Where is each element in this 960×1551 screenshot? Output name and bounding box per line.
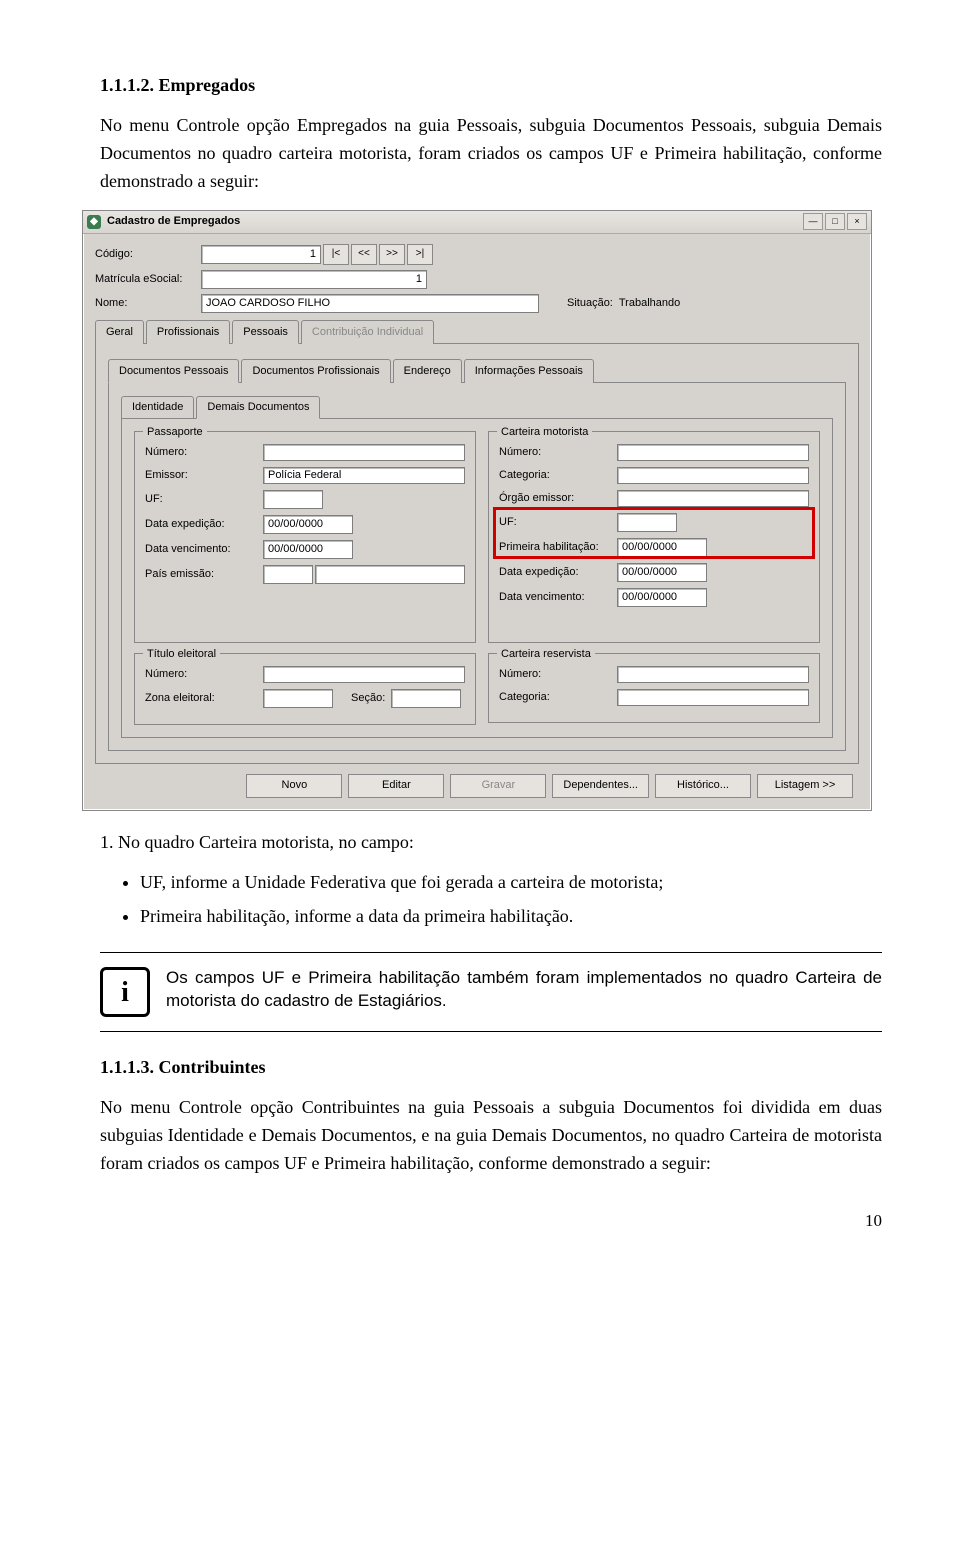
section-2-heading: 1.1.1.3. Contribuintes xyxy=(100,1054,882,1082)
main-tabs: Geral Profissionais Pessoais Contribuiçã… xyxy=(95,319,859,344)
footer-buttons: Novo Editar Gravar Dependentes... Histór… xyxy=(95,764,859,802)
codigo-input[interactable]: 1 xyxy=(201,245,321,264)
group-carteira-motorista: Carteira motorista Número: Categoria: Ór… xyxy=(488,431,820,643)
subtab-info-pessoais[interactable]: Informações Pessoais xyxy=(464,359,594,383)
subtab-doc-pessoais[interactable]: Documentos Pessoais xyxy=(108,359,239,383)
app-icon: ◆ xyxy=(87,215,101,229)
minitab-demais-documentos[interactable]: Demais Documentos xyxy=(196,396,320,419)
passaporte-numero-label: Número: xyxy=(145,444,263,461)
historico-button[interactable]: Histórico... xyxy=(655,774,751,798)
situacao-label: Situação: xyxy=(567,295,613,312)
list-item-uf: UF, informe a Unidade Federativa que foi… xyxy=(140,869,882,897)
note-text: Os campos UF e Primeira habilitação tamb… xyxy=(166,967,882,1013)
carteira-legend: Carteira motorista xyxy=(497,424,592,441)
highlighted-new-fields: UF: Primeira habilitação:00/00/0000 xyxy=(495,509,813,557)
carteira-orgao-label: Órgão emissor: xyxy=(499,490,617,507)
carteira-dataexp-label: Data expedição: xyxy=(499,564,617,581)
gravar-button: Gravar xyxy=(450,774,546,798)
carteira-primhab-input[interactable]: 00/00/0000 xyxy=(617,538,707,557)
group-titulo-eleitoral: Título eleitoral Número: Zona eleitoral:… xyxy=(134,653,476,725)
nav-last-button[interactable]: >| xyxy=(407,244,433,265)
sub-tabs: Documentos Pessoais Documentos Profissio… xyxy=(108,358,846,383)
carteira-uf-label: UF: xyxy=(499,514,617,531)
maximize-button[interactable]: □ xyxy=(825,213,845,230)
passaporte-dataexp-label: Data expedição: xyxy=(145,516,263,533)
carteira-numero-input[interactable] xyxy=(617,444,809,461)
passaporte-datavenc-label: Data vencimento: xyxy=(145,541,263,558)
situacao-value: Trabalhando xyxy=(619,295,680,312)
titulo-numero-input[interactable] xyxy=(263,666,465,683)
minimize-button[interactable]: — xyxy=(803,213,823,230)
nome-input[interactable]: JOAO CARDOSO FILHO xyxy=(201,294,539,313)
close-button[interactable]: × xyxy=(847,213,867,230)
nome-label: Nome: xyxy=(95,295,201,312)
reservista-numero-input[interactable] xyxy=(617,666,809,683)
carteira-numero-label: Número: xyxy=(499,444,617,461)
passaporte-pais-code-input[interactable] xyxy=(263,565,313,584)
passaporte-datavenc-input[interactable]: 00/00/0000 xyxy=(263,540,353,559)
codigo-label: Código: xyxy=(95,246,201,263)
matricula-label: Matrícula eSocial: xyxy=(95,271,201,288)
carteira-datavenc-input[interactable]: 00/00/0000 xyxy=(617,588,707,607)
reservista-categoria-label: Categoria: xyxy=(499,689,617,706)
nav-prev-button[interactable]: << xyxy=(351,244,377,265)
passaporte-pais-label: País emissão: xyxy=(145,566,263,583)
carteira-uf-input[interactable] xyxy=(617,513,677,532)
titulo-legend: Título eleitoral xyxy=(143,646,220,663)
mini-tabs: Identidade Demais Documentos xyxy=(121,395,833,419)
group-reservista: Carteira reservista Número: Categoria: xyxy=(488,653,820,723)
tab-pessoais[interactable]: Pessoais xyxy=(232,320,299,344)
window-titlebar: ◆ Cadastro de Empregados — □ × xyxy=(83,211,871,234)
list-item-primhab: Primeira habilitação, informe a data da … xyxy=(140,903,882,931)
passaporte-numero-input[interactable] xyxy=(263,444,465,461)
passaporte-dataexp-input[interactable]: 00/00/0000 xyxy=(263,515,353,534)
listagem-button[interactable]: Listagem >> xyxy=(757,774,853,798)
titulo-numero-label: Número: xyxy=(145,666,263,683)
section-1-paragraph: No menu Controle opção Empregados na gui… xyxy=(100,112,882,196)
tab-contribuicao: Contribuição Individual xyxy=(301,320,434,344)
novo-button[interactable]: Novo xyxy=(246,774,342,798)
subtab-doc-profissionais[interactable]: Documentos Profissionais xyxy=(241,359,390,383)
titulo-zona-label: Zona eleitoral: xyxy=(145,690,263,707)
editar-button[interactable]: Editar xyxy=(348,774,444,798)
nav-next-button[interactable]: >> xyxy=(379,244,405,265)
passaporte-emissor-label: Emissor: xyxy=(145,467,263,484)
section-2-paragraph: No menu Controle opção Contribuintes na … xyxy=(100,1094,882,1178)
passaporte-legend: Passaporte xyxy=(143,424,207,441)
carteira-categoria-label: Categoria: xyxy=(499,467,617,484)
window-title: Cadastro de Empregados xyxy=(107,213,803,230)
passaporte-emissor-input[interactable]: Polícia Federal xyxy=(263,467,465,484)
minitab-identidade[interactable]: Identidade xyxy=(121,396,194,419)
list-intro: 1. No quadro Carteira motorista, no camp… xyxy=(100,829,882,857)
reservista-legend: Carteira reservista xyxy=(497,646,595,663)
subtab-endereco[interactable]: Endereço xyxy=(393,359,462,383)
nav-first-button[interactable]: |< xyxy=(323,244,349,265)
dependentes-button[interactable]: Dependentes... xyxy=(552,774,649,798)
info-note: i Os campos UF e Primeira habilitação ta… xyxy=(100,952,882,1032)
carteira-categoria-input[interactable] xyxy=(617,467,809,484)
carteira-dataexp-input[interactable]: 00/00/0000 xyxy=(617,563,707,582)
carteira-datavenc-label: Data vencimento: xyxy=(499,589,617,606)
matricula-input[interactable]: 1 xyxy=(201,270,427,289)
tab-profissionais[interactable]: Profissionais xyxy=(146,320,230,344)
group-passaporte: Passaporte Número: Emissor:Polícia Feder… xyxy=(134,431,476,643)
titulo-secao-label: Seção: xyxy=(351,690,385,707)
passaporte-pais-name-input[interactable] xyxy=(315,565,465,584)
info-icon: i xyxy=(100,967,150,1017)
page-number: 10 xyxy=(100,1208,882,1234)
section-1-heading: 1.1.1.2. Empregados xyxy=(100,72,882,100)
carteira-orgao-input[interactable] xyxy=(617,490,809,507)
carteira-primhab-label: Primeira habilitação: xyxy=(499,539,617,556)
passaporte-uf-input[interactable] xyxy=(263,490,323,509)
tab-geral[interactable]: Geral xyxy=(95,320,144,344)
reservista-categoria-input[interactable] xyxy=(617,689,809,706)
screenshot-cadastro-empregados: ◆ Cadastro de Empregados — □ × Código: 1… xyxy=(82,210,872,811)
titulo-secao-input[interactable] xyxy=(391,689,461,708)
reservista-numero-label: Número: xyxy=(499,666,617,683)
passaporte-uf-label: UF: xyxy=(145,491,263,508)
titulo-zona-input[interactable] xyxy=(263,689,333,708)
